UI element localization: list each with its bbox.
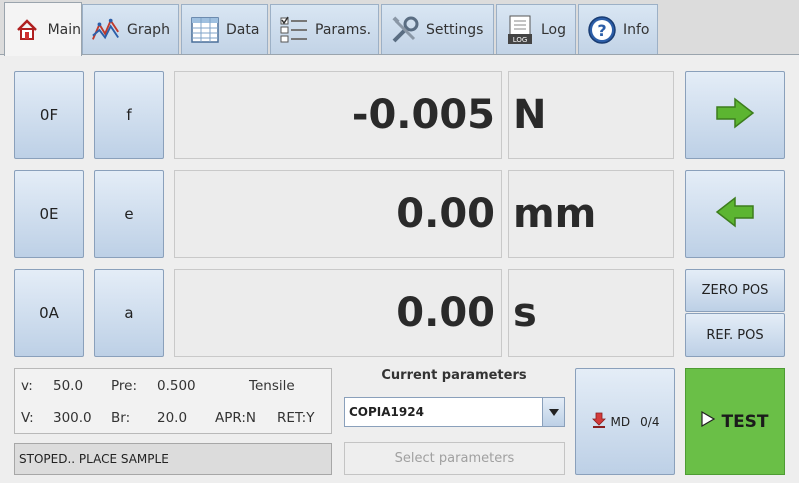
- zero-elongation-button[interactable]: 0E: [14, 170, 84, 258]
- apr-value: APR:N: [215, 410, 256, 426]
- log-badge: LOG: [513, 36, 528, 44]
- log-icon: LOG: [505, 15, 535, 45]
- current-parameters-label: Current parameters: [381, 368, 527, 383]
- tab-info[interactable]: ? Info: [578, 4, 658, 54]
- v-label: v:: [21, 378, 33, 394]
- br-value: 20.0: [157, 410, 188, 426]
- tab-log[interactable]: LOG Log: [496, 4, 576, 54]
- home-icon: [13, 15, 42, 45]
- md-count: 0/4: [640, 414, 660, 429]
- svg-text:?: ?: [597, 21, 606, 40]
- test-mode: Tensile: [249, 378, 295, 394]
- time-unit: s: [508, 269, 674, 357]
- ref-pos-button[interactable]: REF. POS: [685, 313, 785, 357]
- chevron-down-icon: [548, 408, 559, 416]
- tab-label: Graph: [127, 21, 170, 38]
- tab-main[interactable]: Main: [4, 2, 82, 56]
- br-label: Br:: [111, 410, 131, 426]
- zero-pos-button[interactable]: ZERO POS: [685, 269, 785, 312]
- table-icon: [190, 15, 220, 45]
- dropdown-arrow[interactable]: [542, 398, 564, 426]
- help-icon: ?: [587, 15, 617, 45]
- tab-label: Log: [541, 21, 567, 38]
- ret-value: RET:Y: [277, 410, 315, 426]
- tab-graph[interactable]: Graph: [82, 4, 179, 54]
- tab-bar: Main Graph Data Params. Settings LOG Log…: [0, 0, 799, 56]
- V-label: V:: [21, 410, 34, 426]
- status-bar: STOPED.. PLACE SAMPLE: [14, 443, 332, 475]
- move-back-button[interactable]: [685, 170, 785, 258]
- tab-data[interactable]: Data: [181, 4, 268, 54]
- arrow-left-icon: [715, 196, 755, 232]
- graph-icon: [91, 15, 121, 45]
- force-button[interactable]: f: [94, 71, 164, 159]
- checklist-icon: [279, 15, 309, 45]
- select-parameters-button[interactable]: Select parameters: [344, 442, 565, 475]
- parameters-select[interactable]: COPIA1924: [344, 397, 565, 427]
- elongation-value: 0.00: [174, 170, 502, 258]
- force-value: -0.005: [174, 71, 502, 159]
- tab-label: Data: [226, 21, 260, 38]
- tools-icon: [390, 15, 420, 45]
- tab-settings[interactable]: Settings: [381, 4, 494, 54]
- test-label: TEST: [721, 411, 769, 432]
- a-button[interactable]: a: [94, 269, 164, 357]
- selected-parameters: COPIA1924: [349, 405, 424, 419]
- play-icon: [701, 410, 716, 432]
- arrow-right-icon: [715, 97, 755, 133]
- v-value: 50.0: [53, 378, 84, 394]
- move-forward-button[interactable]: [685, 71, 785, 159]
- pre-value: 0.500: [157, 378, 196, 394]
- time-value: 0.00: [174, 269, 502, 357]
- md-label: MD: [610, 414, 631, 429]
- tab-label: Params.: [315, 21, 372, 38]
- zero-force-button[interactable]: 0F: [14, 71, 84, 159]
- elongation-button[interactable]: e: [94, 170, 164, 258]
- tab-label: Main: [47, 21, 81, 38]
- V-value: 300.0: [53, 410, 92, 426]
- test-info-panel: v: 50.0 Pre: 0.500 Tensile V: 300.0 Br: …: [14, 368, 332, 434]
- download-icon: [591, 412, 607, 431]
- tab-label: Info: [623, 21, 650, 38]
- zero-a-button[interactable]: 0A: [14, 269, 84, 357]
- md-button[interactable]: MD 0/4: [575, 368, 675, 475]
- elongation-unit: mm: [508, 170, 674, 258]
- tab-params[interactable]: Params.: [270, 4, 379, 54]
- tab-label: Settings: [426, 21, 484, 38]
- force-unit: N: [508, 71, 674, 159]
- test-button[interactable]: TEST: [685, 368, 785, 475]
- pre-label: Pre:: [111, 378, 138, 394]
